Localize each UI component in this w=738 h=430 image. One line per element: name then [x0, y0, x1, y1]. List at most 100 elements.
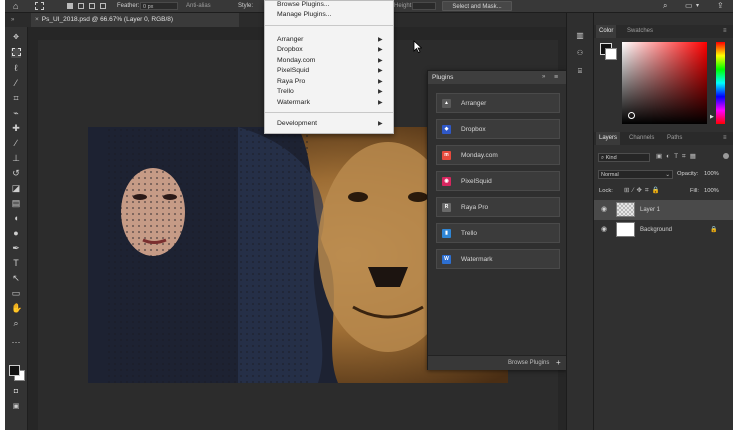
plugin-name: Dropbox — [461, 126, 486, 133]
close-tab-icon[interactable]: × — [35, 16, 39, 23]
move-tool-icon[interactable]: ✥ — [11, 33, 21, 43]
eyedropper-icon[interactable]: ⌁ — [11, 108, 21, 118]
healing-brush-icon[interactable]: ✚ — [11, 123, 21, 133]
history-brush-icon[interactable]: ↺ — [11, 168, 21, 178]
search-icon: ⌕ — [601, 155, 605, 161]
panel-menu-icon[interactable]: ≡ — [723, 25, 727, 38]
plugin-row[interactable]: ◉ PixelSquid — [436, 171, 560, 191]
panel-icon-strip: ▥ ⚇ ⌸ — [566, 13, 594, 430]
add-plugin-icon[interactable]: + — [556, 356, 561, 370]
menu-item-raya-pro[interactable]: Raya Pro — [277, 78, 305, 85]
layer-thumbnail — [616, 202, 635, 217]
menu-item-development[interactable]: Development — [277, 120, 317, 127]
menu-item-monday[interactable]: Monday.com — [277, 57, 315, 64]
panel-menu-icon[interactable]: ≡ — [554, 71, 558, 84]
plugin-row[interactable]: ▲ Arranger — [436, 93, 560, 113]
plugin-row[interactable]: ▮ Trello — [436, 223, 560, 243]
new-selection-icon[interactable] — [67, 3, 73, 9]
menu-item-pixelsquid[interactable]: PixelSquid — [277, 67, 309, 74]
plugin-row[interactable]: ◆ Dropbox — [436, 119, 560, 139]
type-tool-icon[interactable]: T — [11, 258, 21, 268]
filter-toggle-icon[interactable] — [723, 153, 729, 159]
workspace-icon[interactable]: ▭ — [685, 0, 693, 12]
subtract-selection-icon[interactable] — [89, 3, 95, 9]
magic-wand-icon[interactable]: ⁄ — [11, 78, 21, 88]
foreground-color-swatch[interactable] — [9, 365, 20, 376]
submenu-arrow-icon: ▶ — [378, 79, 383, 85]
more-tools-icon[interactable]: ⋯ — [11, 337, 21, 347]
color-picker-handle[interactable] — [628, 112, 635, 119]
height-input[interactable] — [412, 2, 436, 10]
plugin-row[interactable]: R Raya Pro — [436, 197, 560, 217]
panel-collapse-icon[interactable]: » — [542, 71, 545, 84]
color-picker-field[interactable] — [622, 42, 707, 124]
plugin-row[interactable]: W Watermark — [436, 249, 560, 269]
menu-item-browse-plugins[interactable]: Browse Plugins... — [277, 1, 330, 8]
submenu-arrow-icon: ▶ — [378, 58, 383, 64]
tab-color[interactable]: Color — [596, 25, 617, 38]
path-selection-icon[interactable]: ↖ — [11, 273, 21, 283]
tab-layers[interactable]: Layers — [596, 132, 621, 145]
layer-row-background[interactable]: ◉ Background 🔒 — [594, 220, 733, 240]
anti-alias-checkbox[interactable]: Anti-alias — [186, 0, 211, 12]
toolbar-collapse-icon[interactable]: » — [11, 13, 14, 27]
fill-value[interactable]: 100% — [704, 187, 719, 196]
marquee-tool-preset[interactable] — [35, 0, 47, 12]
zoom-tool-icon[interactable]: ⌕ — [11, 318, 21, 328]
visibility-eye-icon[interactable]: ◉ — [601, 220, 607, 240]
opacity-label: Opacity: — [677, 171, 699, 177]
marquee-tool-icon[interactable] — [11, 48, 21, 58]
layer-row-layer-1[interactable]: ◉ Layer 1 — [594, 200, 733, 220]
menu-item-dropbox[interactable]: Dropbox — [277, 46, 303, 53]
plugin-row[interactable]: m Monday.com — [436, 145, 560, 165]
dodge-tool-icon[interactable]: ● — [11, 228, 21, 238]
menu-item-manage-plugins[interactable]: Manage Plugins... — [277, 11, 331, 18]
rectangle-tool-icon[interactable]: ▭ — [11, 288, 21, 298]
select-and-mask-button[interactable]: Select and Mask... — [442, 1, 512, 11]
add-selection-icon[interactable] — [78, 3, 84, 9]
blur-tool-icon[interactable]: ◖ — [11, 213, 21, 223]
bg-color-chip[interactable] — [605, 48, 617, 60]
quick-mask-icon[interactable]: ◘ — [11, 387, 21, 397]
document-tab[interactable]: × Ps_UI_2018.psd @ 66.67% (Layer 0, RGB/8… — [31, 13, 239, 27]
opacity-value[interactable]: 100% — [704, 170, 719, 179]
feather-input[interactable]: 0 px — [140, 2, 178, 10]
gradient-tool-icon[interactable]: ▤ — [11, 198, 21, 208]
clone-stamp-icon[interactable]: ⊥ — [11, 153, 21, 163]
menu-item-trello[interactable]: Trello — [277, 88, 294, 95]
menu-item-arranger[interactable]: Arranger — [277, 36, 303, 43]
plugins-panel-icon[interactable]: ⚇ — [575, 49, 585, 59]
tab-swatches[interactable]: Swatches — [624, 25, 656, 38]
layer-filter-kind[interactable]: ⌕ Kind — [598, 153, 650, 162]
blend-mode-select[interactable]: Normal ⌄ — [598, 170, 673, 179]
eraser-icon[interactable]: ◪ — [11, 183, 21, 193]
workspace-chevron-icon[interactable]: ▾ — [696, 0, 699, 12]
submenu-arrow-icon: ▶ — [378, 37, 383, 43]
menu-item-watermark[interactable]: Watermark — [277, 99, 310, 106]
dropbox-icon: ◆ — [442, 125, 451, 134]
submenu-arrow-icon: ▶ — [378, 68, 383, 74]
panel-menu-icon[interactable]: ≡ — [723, 132, 727, 145]
intersect-selection-icon[interactable] — [100, 3, 106, 9]
fill-label: Fill: — [690, 188, 700, 194]
screen-mode-icon[interactable]: ▣ — [11, 402, 21, 412]
share-icon[interactable]: ⇪ — [717, 0, 724, 12]
hand-tool-icon[interactable]: ✋ — [11, 303, 22, 313]
lasso-tool-icon[interactable]: ℓ — [11, 63, 21, 73]
libraries-panel-icon[interactable]: ⌸ — [575, 67, 585, 77]
home-icon[interactable]: ⌂ — [13, 0, 18, 12]
visibility-eye-icon[interactable]: ◉ — [601, 200, 607, 220]
kind-label: Kind — [605, 155, 617, 161]
search-icon[interactable]: ⌕ — [663, 0, 667, 12]
history-panel-icon[interactable]: ▥ — [575, 31, 585, 41]
tab-channels[interactable]: Channels — [626, 132, 657, 145]
pen-tool-icon[interactable]: ✒ — [11, 243, 21, 253]
brush-tool-icon[interactable]: ∕ — [11, 138, 21, 148]
crop-tool-icon[interactable]: ⌗ — [11, 93, 21, 103]
browse-plugins-footer[interactable]: Browse Plugins + — [428, 355, 566, 370]
hue-slider-handle-icon[interactable]: ▶ — [710, 114, 714, 120]
tab-paths[interactable]: Paths — [664, 132, 685, 145]
hue-slider[interactable] — [716, 42, 725, 124]
raya-pro-icon: R — [442, 203, 451, 212]
lock-icons[interactable]: ⊞∕✥⌗🔒 — [624, 186, 663, 195]
